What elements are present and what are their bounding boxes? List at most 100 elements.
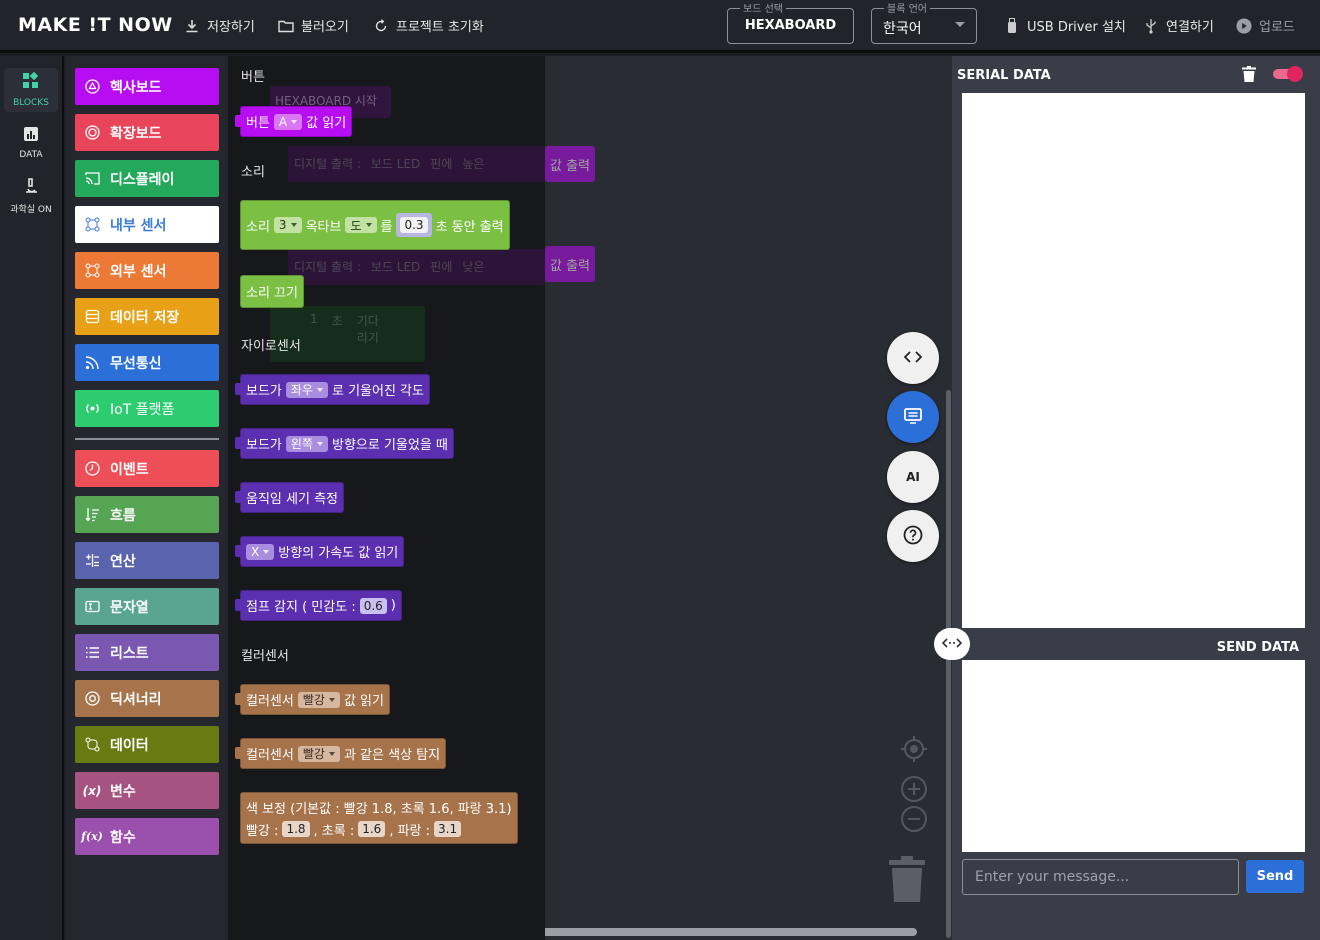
serial-monitor-button[interactable] xyxy=(887,391,939,443)
block-text: 움직임 세기 측정 xyxy=(246,492,338,507)
category-event[interactable]: 이벤트 xyxy=(75,450,219,487)
category-wireless[interactable]: 무선통신 xyxy=(75,344,219,381)
block-sound-off[interactable]: 소리 끄기 xyxy=(240,275,304,308)
clear-serial-button[interactable] xyxy=(1242,66,1256,86)
rail-tab-science-lab[interactable]: 과학실 ON xyxy=(4,174,58,218)
block-sound-play[interactable]: 소리 3 옥타브 도 를 0.3 초 동안 출력 xyxy=(240,200,510,250)
chart-icon xyxy=(23,126,39,146)
block-tilt-angle[interactable]: 보드가 좌우 로 기울어진 각도 xyxy=(235,374,430,405)
serial-output-area[interactable] xyxy=(962,93,1305,628)
ghost-digital-high: 디지털 출력 : 보드 LED 핀에 높은 xyxy=(288,146,545,182)
resize-horizontal-icon xyxy=(941,637,963,652)
rail-tab-blocks[interactable]: BLOCKS xyxy=(4,68,58,112)
block-color-calibration[interactable]: 색 보정 (기본값 : 빨강 1.8, 초록 1.6, 파랑 3.1) 빨강 :… xyxy=(240,792,518,844)
minus-circle-icon xyxy=(900,805,928,837)
language-select[interactable]: 블록 언어 한국어 xyxy=(871,0,977,44)
block-text: 값 출력 xyxy=(550,158,591,174)
block-color-read[interactable]: 컬러센서 빨강 값 읽기 xyxy=(235,684,390,715)
block-text: , 초록 : xyxy=(313,823,355,839)
category-display[interactable]: 디스플레이 xyxy=(75,160,219,197)
block-number-input[interactable]: 3.1 xyxy=(434,821,462,837)
ghost-text: 높은 xyxy=(462,157,485,171)
block-connector xyxy=(235,747,242,759)
list-icon xyxy=(84,645,100,661)
upload-button[interactable]: 업로드 xyxy=(1236,16,1295,35)
reset-label: 프로젝트 초기화 xyxy=(396,20,484,35)
save-button[interactable]: 저장하기 xyxy=(184,16,255,35)
block-dropdown[interactable]: 도 xyxy=(345,217,377,233)
language-select-value: 한국어 xyxy=(883,21,922,37)
workspace-block-digital-low[interactable]: 값 출력 xyxy=(545,246,596,282)
send-button[interactable]: Send xyxy=(1246,860,1304,893)
hexaboard-icon xyxy=(84,79,100,95)
ghost-text: 기다리기 xyxy=(356,314,379,345)
block-number-input[interactable]: 1.8 xyxy=(282,821,310,837)
block-text: 옥타브 xyxy=(305,219,342,235)
monitor-icon xyxy=(903,407,923,428)
block-dropdown[interactable]: A xyxy=(273,113,303,130)
category-dictionary[interactable]: 딕셔너리 xyxy=(75,680,219,717)
ghost-text: 1 xyxy=(310,312,318,326)
category-function[interactable]: f(x) 함수 xyxy=(75,818,219,855)
category-hexaboard[interactable]: 헥사보드 xyxy=(75,68,219,105)
block-dropdown[interactable]: 좌우 xyxy=(285,381,328,398)
category-string[interactable]: 문자열 xyxy=(75,588,219,625)
panel-resize-handle[interactable] xyxy=(934,628,970,660)
category-data-storage[interactable]: 데이터 저장 xyxy=(75,298,219,335)
language-select-legend: 블록 언어 xyxy=(884,0,930,15)
block-color-detect[interactable]: 컬러센서 빨강 과 같은 색상 탐지 xyxy=(235,738,447,769)
zoom-out-button[interactable] xyxy=(899,806,929,836)
block-dropdown[interactable]: 빨강 xyxy=(297,745,340,762)
block-dropdown[interactable]: 왼쪽 xyxy=(285,435,328,452)
category-flow[interactable]: 흐름 xyxy=(75,496,219,533)
recenter-button[interactable] xyxy=(899,736,929,766)
category-data[interactable]: 데이터 xyxy=(75,726,219,763)
database-icon xyxy=(84,309,100,325)
category-iot-platform[interactable]: IoT 플랫폼 xyxy=(75,390,219,427)
rail-tab-data[interactable]: DATA xyxy=(4,121,58,165)
open-button[interactable]: 불러오기 xyxy=(278,16,349,35)
block-text: 보드가 xyxy=(246,384,282,399)
board-select[interactable]: 보드 선택 HEXABOARD xyxy=(727,0,854,44)
workspace-block-digital-high[interactable]: 값 출력 xyxy=(545,146,596,182)
usb-driver-label: USB Driver 설치 xyxy=(1027,20,1126,35)
workspace-trash-icon[interactable] xyxy=(887,856,927,908)
variable-icon: (x) xyxy=(82,783,102,798)
autoscroll-toggle[interactable] xyxy=(1273,66,1303,82)
block-button-read[interactable]: 버튼 A 값 읽기 xyxy=(235,106,353,137)
category-label: 이벤트 xyxy=(110,461,149,478)
workspace-vertical-scrollbar[interactable] xyxy=(946,390,951,938)
reset-project-button[interactable]: 프로젝트 초기화 xyxy=(373,16,484,35)
ghost-text: 핀에 xyxy=(430,260,453,274)
block-tilt-direction[interactable]: 보드가 왼쪽 방향으로 기울었을 때 xyxy=(235,428,454,459)
block-number-input[interactable]: 1.6 xyxy=(358,821,386,837)
connect-button[interactable]: 연결하기 xyxy=(1143,16,1214,35)
message-input[interactable] xyxy=(962,859,1239,895)
block-text: 보드가 xyxy=(246,438,282,453)
folder-icon xyxy=(278,18,294,34)
section-label-sound: 소리 xyxy=(241,165,265,180)
category-variable[interactable]: (x) 변수 xyxy=(75,772,219,809)
category-extension-board[interactable]: 확장보드 xyxy=(75,114,219,151)
code-view-button[interactable] xyxy=(887,332,939,384)
block-dropdown[interactable]: 3 xyxy=(273,217,302,233)
block-jump-detect[interactable]: 점프 감지 ( 민감도 : 0.6 ) xyxy=(235,590,402,621)
send-data-area[interactable] xyxy=(962,660,1305,852)
blocks-workspace[interactable]: 값 출력 값 출력 AI xyxy=(545,56,952,940)
app-logo[interactable]: MAKE !T NOW xyxy=(18,14,173,36)
block-motion-strength[interactable]: 움직임 세기 측정 xyxy=(235,482,344,513)
category-internal-sensor[interactable]: 내부 센서 xyxy=(75,206,219,243)
block-dropdown[interactable]: X xyxy=(246,543,275,560)
block-dropdown[interactable]: 빨강 xyxy=(297,691,340,708)
block-number-input[interactable]: 0.6 xyxy=(359,597,387,614)
category-list[interactable]: 리스트 xyxy=(75,634,219,671)
usb-driver-button[interactable]: USB Driver 설치 xyxy=(1004,16,1126,35)
block-acceleration-read[interactable]: X 방향의 가속도 값 읽기 xyxy=(235,536,405,567)
zoom-in-button[interactable] xyxy=(899,776,929,806)
category-math[interactable]: 연산 xyxy=(75,542,219,579)
block-number-input[interactable]: 0.3 xyxy=(400,217,428,233)
help-button[interactable] xyxy=(887,510,939,562)
category-external-sensor[interactable]: 외부 센서 xyxy=(75,252,219,289)
serial-data-title: SERIAL DATA xyxy=(957,68,1051,83)
ai-assistant-button[interactable]: AI xyxy=(887,451,939,503)
